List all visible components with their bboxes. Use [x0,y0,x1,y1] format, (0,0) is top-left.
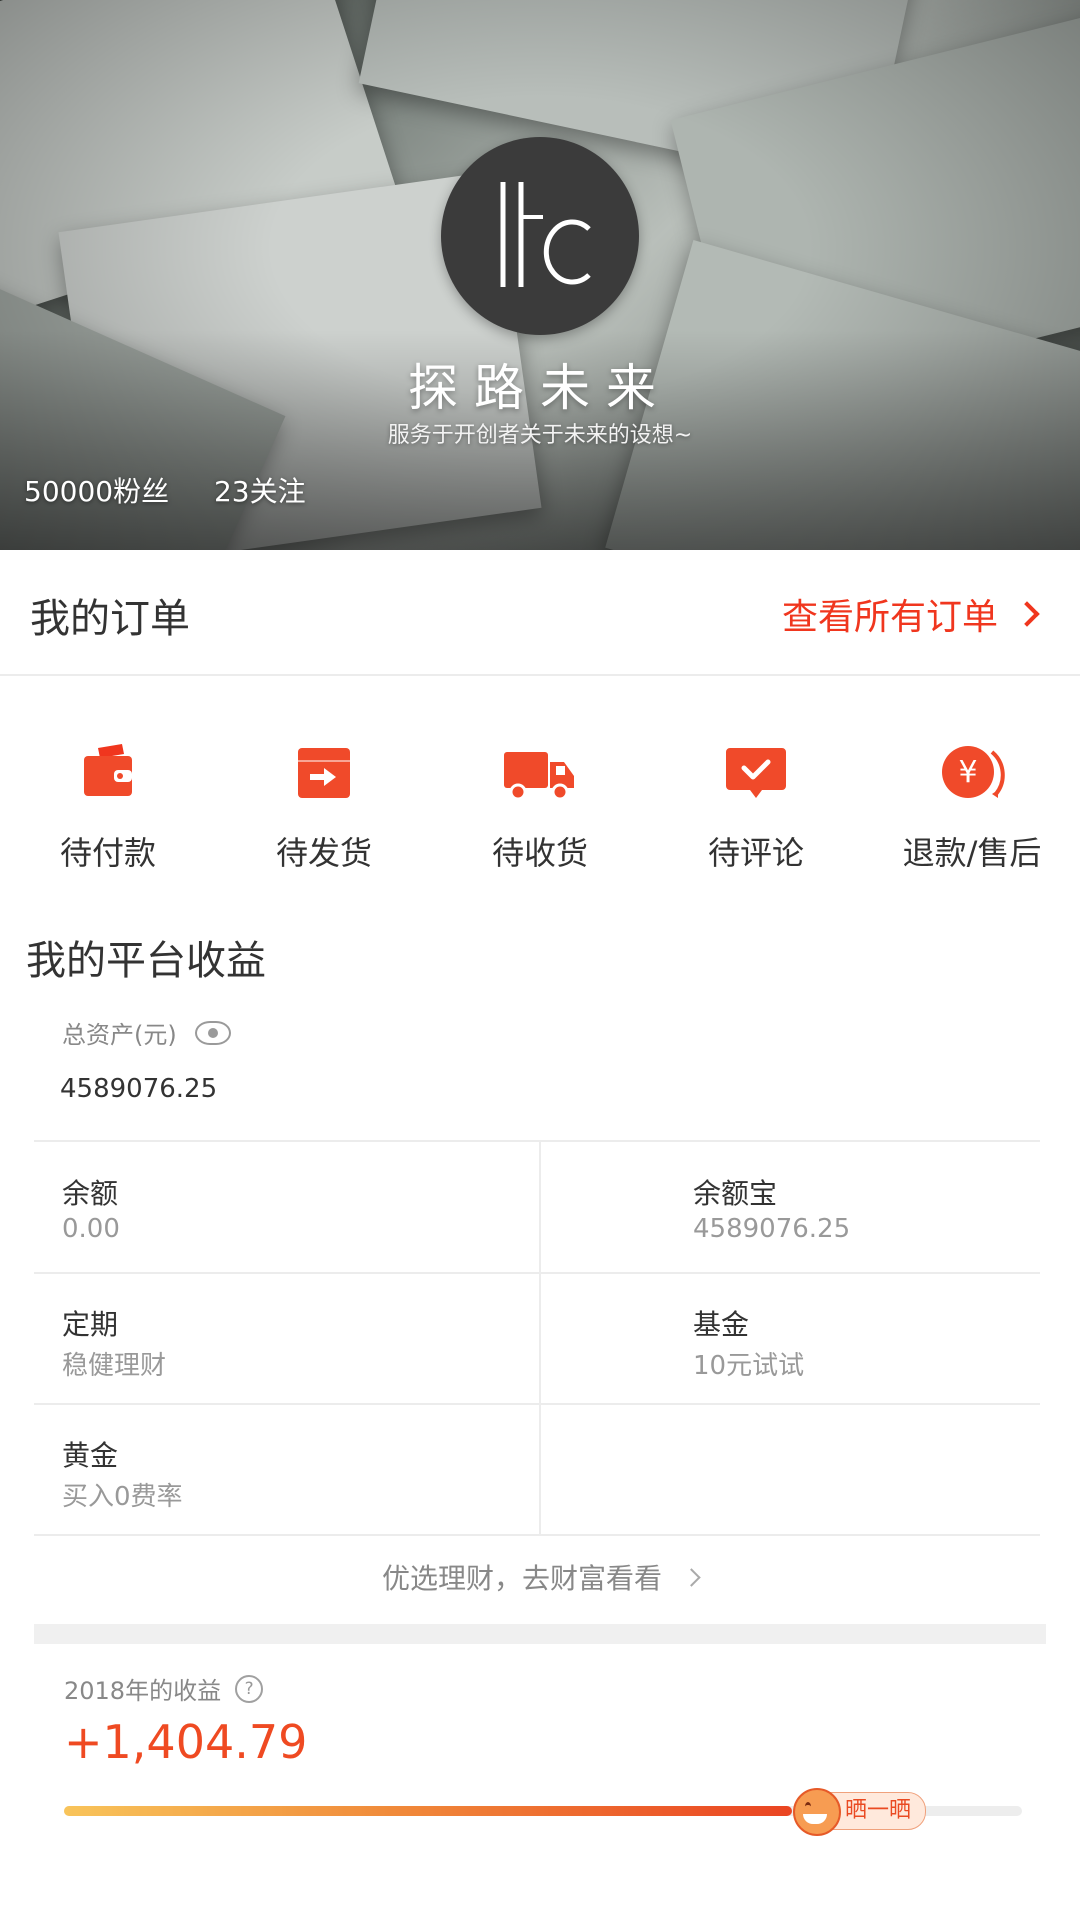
view-all-orders-link[interactable]: 查看所有订单 [781,588,1040,640]
cell-title: 余额宝 [693,1177,778,1210]
fund-cell[interactable]: 基金 10元试试 [541,1273,1040,1403]
chevron-right-icon [682,1567,701,1587]
assets-row: 黄金 买入0费率 [34,1404,1040,1536]
comment-check-icon [718,744,794,804]
year-earnings-label-text: 2018年的收益 [64,1677,222,1705]
cell-value: 0.00 [62,1214,120,1244]
cell-value: 稳健理财 [62,1351,167,1381]
cell-title: 定期 [62,1308,119,1341]
profile-header: 探路未来 服务于开创者关于未来的设想~ 50000粉丝 23关注 [0,0,1080,550]
share-label: 晒一晒 [845,1798,912,1823]
year-earnings-value: +1,404.79 [64,1715,308,1769]
view-all-orders-label: 查看所有订单 [781,597,998,638]
total-assets-label-text: 总资产(元) [62,1021,177,1049]
following-count[interactable]: 23关注 [214,475,306,508]
order-item-label: 待评论 [707,834,804,872]
order-pending-payment[interactable]: 待付款 [0,732,216,874]
order-status-row: 待付款 待发货 待收货 待评论 ¥ 退款/售后 [0,732,1080,872]
eye-icon[interactable] [194,1020,231,1045]
orders-title: 我的订单 [30,596,190,642]
order-item-label: 待付款 [59,834,156,872]
yen-refund-icon: ¥ [934,744,1010,804]
assets-row: 定期 稳健理财 基金 10元试试 [34,1273,1040,1405]
total-assets-label: 总资产(元) [62,1015,231,1050]
total-assets-value: 4589076.25 [60,1074,218,1104]
truck-icon [502,744,578,804]
wallet-icon [70,744,146,804]
wealth-link[interactable]: 优选理财，去财富看看 [0,1557,1080,1597]
question-icon[interactable]: ? [235,1674,264,1703]
logo-icon [500,182,591,287]
svg-text:¥: ¥ [958,755,977,790]
progress-fill [64,1806,792,1816]
order-item-label: 待收货 [491,834,588,872]
order-item-label: 待发货 [275,834,372,872]
assets-grid: 余额 0.00 余额宝 4589076.25 定期 稳健理财 基金 10元试试 … [34,1140,1040,1537]
grid-divider [539,1142,541,1535]
earnings-title: 我的平台收益 [26,938,266,984]
profile-stats: 50000粉丝 23关注 [24,470,342,510]
wealth-link-label: 优选理财，去财富看看 [382,1562,663,1595]
cell-title: 基金 [693,1308,750,1341]
order-item-label: 退款/售后 [902,834,1042,872]
brand-name: 探路未来 [408,359,672,417]
cell-title: 余额 [62,1177,119,1210]
cell-title: 黄金 [62,1439,119,1472]
brand-subtitle: 服务于开创者关于未来的设想~ [387,423,693,448]
chevron-right-icon [1014,601,1040,627]
followers-count[interactable]: 50000粉丝 [24,475,169,508]
share-button[interactable]: 晒一晒 [793,1788,927,1836]
balance-cell[interactable]: 余额 0.00 [34,1142,539,1272]
assets-row: 余额 0.00 余额宝 4589076.25 [34,1142,1040,1274]
orders-header: 我的订单 查看所有订单 [0,550,1080,676]
box-arrow-icon [286,744,362,804]
gold-cell[interactable]: 黄金 买入0费率 [34,1404,539,1534]
avatar[interactable] [441,137,639,335]
section-divider [34,1624,1046,1644]
yuebao-cell[interactable]: 余额宝 4589076.25 [541,1142,1040,1272]
cell-value: 4589076.25 [693,1214,851,1244]
order-pending-receipt[interactable]: 待收货 [432,732,648,874]
cell-value: 买入0费率 [62,1482,183,1512]
fixed-term-cell[interactable]: 定期 稳健理财 [34,1273,539,1403]
order-pending-shipment[interactable]: 待发货 [216,732,432,874]
order-refund-aftersale[interactable]: ¥ 退款/售后 [864,732,1080,874]
year-earnings-label: 2018年的收益 ? [64,1671,264,1706]
order-pending-review[interactable]: 待评论 [648,732,864,874]
smile-face-icon [793,1788,841,1836]
cell-value: 10元试试 [693,1351,805,1381]
